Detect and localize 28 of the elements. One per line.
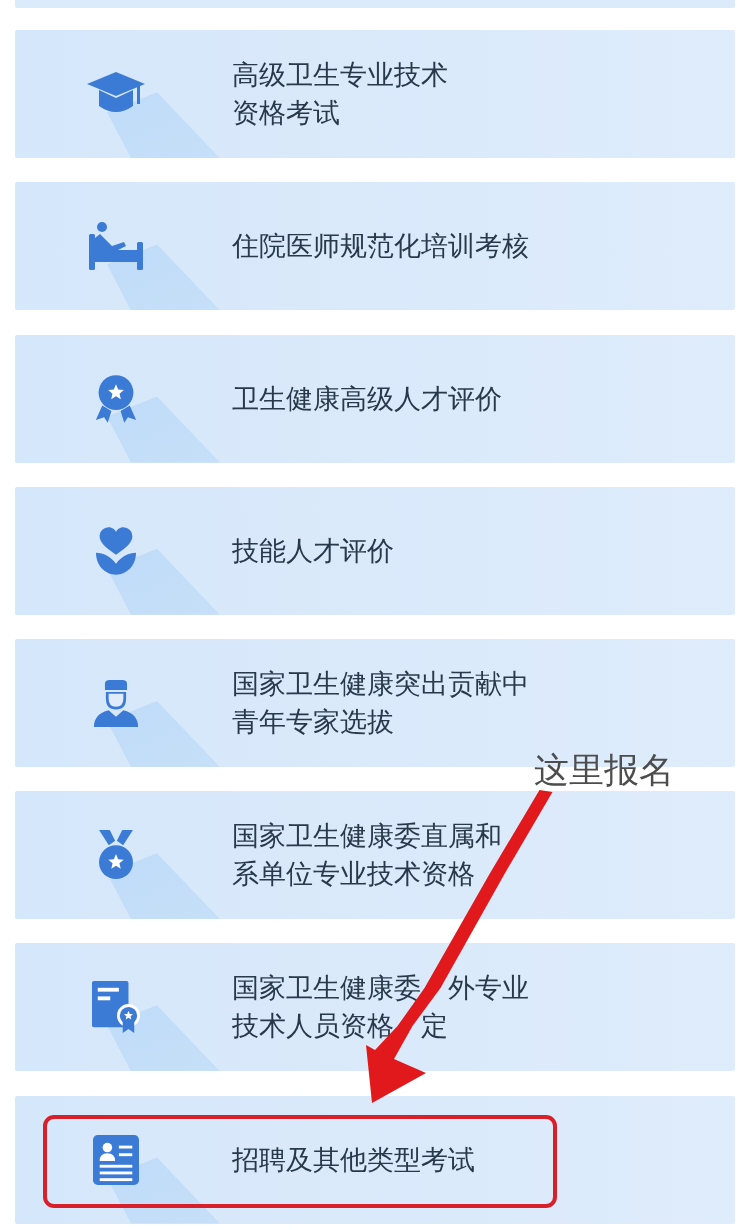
item-title: 资格考试	[232, 96, 340, 131]
menu-item[interactable]: 国家卫生健康委直属和 系单位专业技术资格	[15, 791, 735, 920]
menu-item[interactable]: 招聘及其他类型考试	[15, 1095, 735, 1224]
item-title: 国家卫生健康委直属和	[232, 819, 502, 854]
item-title: 外专业	[447, 971, 529, 1006]
item-title: 住院医师规范化培训考核	[232, 229, 529, 264]
award-ribbon-icon	[94, 373, 138, 424]
menu-item[interactable]: 技能人才评价	[15, 486, 735, 615]
menu-item[interactable]: 高级卫生专业技术 资格考试	[15, 30, 735, 159]
nurse-icon	[93, 678, 139, 727]
menu-item[interactable]: 国家卫生健康委 外专业 技术人员资格 定	[15, 943, 735, 1072]
star-medal-icon	[96, 830, 136, 881]
item-title: 卫生健康高级人才评价	[232, 381, 502, 416]
id-card-icon	[93, 1134, 139, 1185]
item-title: 定	[420, 1009, 448, 1044]
person-in-bed-icon	[88, 222, 144, 271]
item-title: 系单位专业技术资格	[232, 857, 475, 892]
menu-item[interactable]: 住院医师规范化培训考核	[15, 182, 735, 311]
item-title: 国家卫生健康突出贡献中	[232, 666, 529, 701]
item-title: 技能人才评价	[232, 533, 394, 568]
menu-item[interactable]: 卫生健康高级人才评价	[15, 334, 735, 463]
item-title: 国家卫生健康委	[232, 971, 421, 1006]
item-title: 青年专家选拔	[232, 704, 394, 739]
item-title: 技术人员资格	[232, 1009, 394, 1044]
certificate-icon	[92, 981, 140, 1034]
item-title: 高级卫生专业技术	[232, 58, 448, 93]
heart-flower-icon	[96, 526, 136, 575]
item-title: 招聘及其他类型考试	[232, 1142, 475, 1177]
